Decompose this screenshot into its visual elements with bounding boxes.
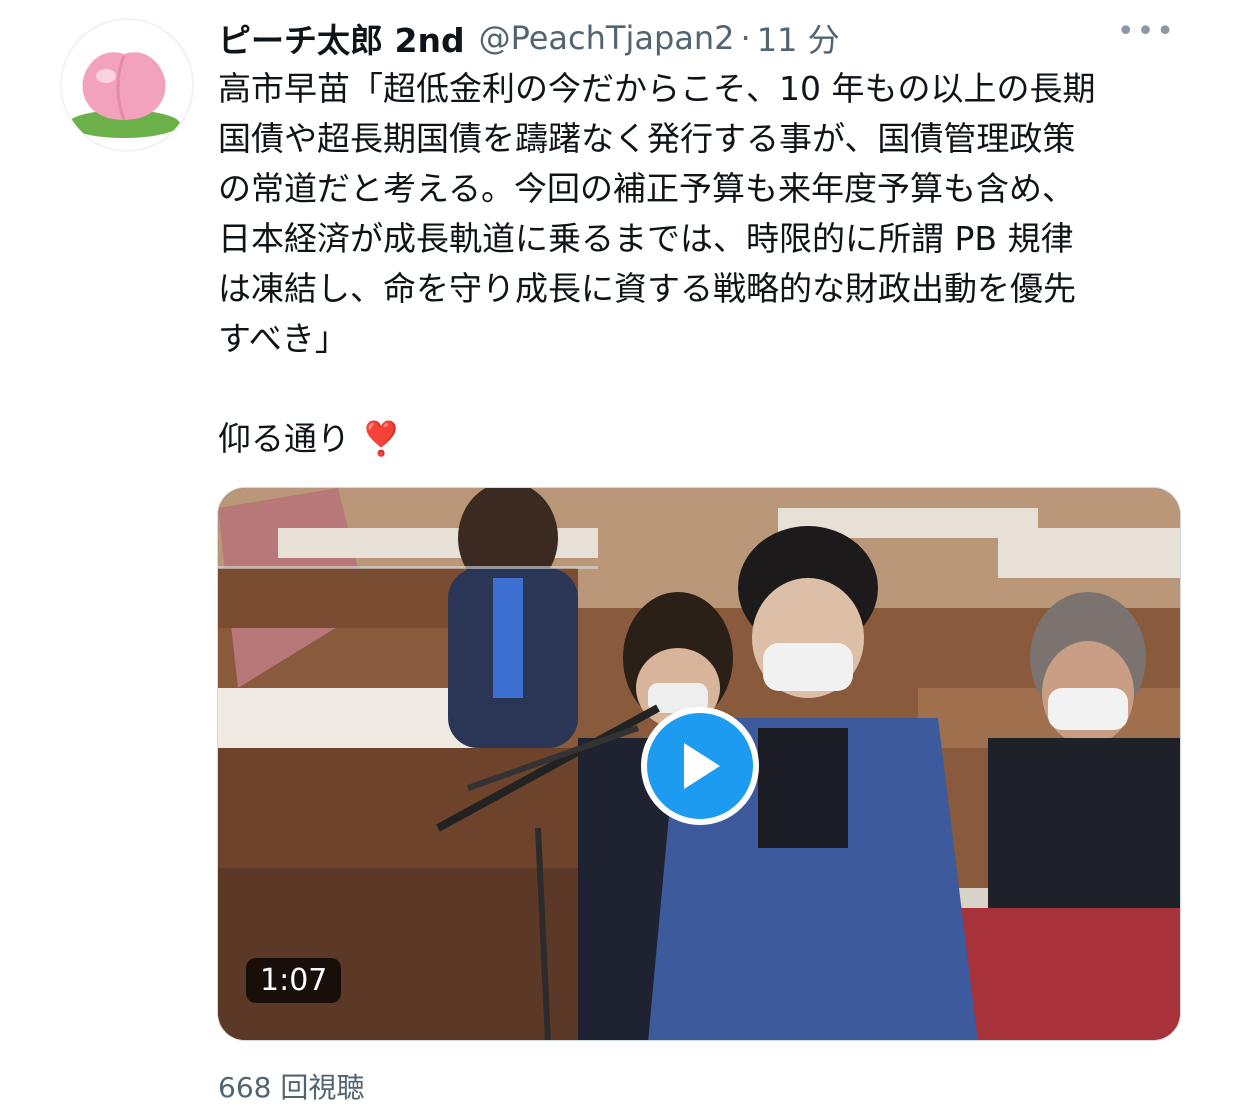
tweet-text-line: の常道だと考える。今回の補正予算も来年度予算も含め、 [218, 169, 1076, 208]
peach-icon [68, 52, 180, 138]
video-player[interactable]: 1:07 [217, 487, 1181, 1041]
more-options-icon[interactable]: ••• [1117, 14, 1176, 49]
play-button[interactable] [641, 707, 759, 825]
avatar[interactable] [60, 18, 194, 152]
play-icon [684, 743, 720, 789]
separator-dot: · [740, 19, 751, 57]
timestamp[interactable]: 11 分 [757, 15, 840, 61]
tweet-header: ピーチ太郎 2nd @PeachTjapan2 · 11 分 [218, 14, 1222, 62]
view-count: 668 回視聴 [218, 1071, 365, 1104]
closing-text: 仰る通り [218, 419, 350, 458]
tweet-text-line: すべき」 [218, 319, 348, 358]
tweet-text-line: は凍結し、命を守り成長に資する戦略的な財政出動を優先 [218, 269, 1076, 308]
heart-exclamation-icon: ❣️ [360, 419, 402, 458]
tweet-text-line: 日本経済が成長軌道に乗るまでは、時限的に所謂 PB 規律 [218, 219, 1074, 258]
display-name[interactable]: ピーチ太郎 2nd [218, 14, 465, 62]
tweet-text: 高市早苗「超低金利の今だからこそ、10 年もの以上の長期 国債や超長期国債を躊躇… [218, 64, 1208, 464]
tweet-text-line: 高市早苗「超低金利の今だからこそ、10 年もの以上の長期 [218, 69, 1096, 108]
closing-line: 仰る通り ❣️ [218, 414, 1208, 464]
user-handle[interactable]: @PeachTjapan2 [479, 19, 735, 57]
video-duration: 1:07 [246, 958, 342, 1003]
tweet-text-line: 国債や超長期国債を躊躇なく発行する事が、国債管理政策 [218, 119, 1076, 158]
